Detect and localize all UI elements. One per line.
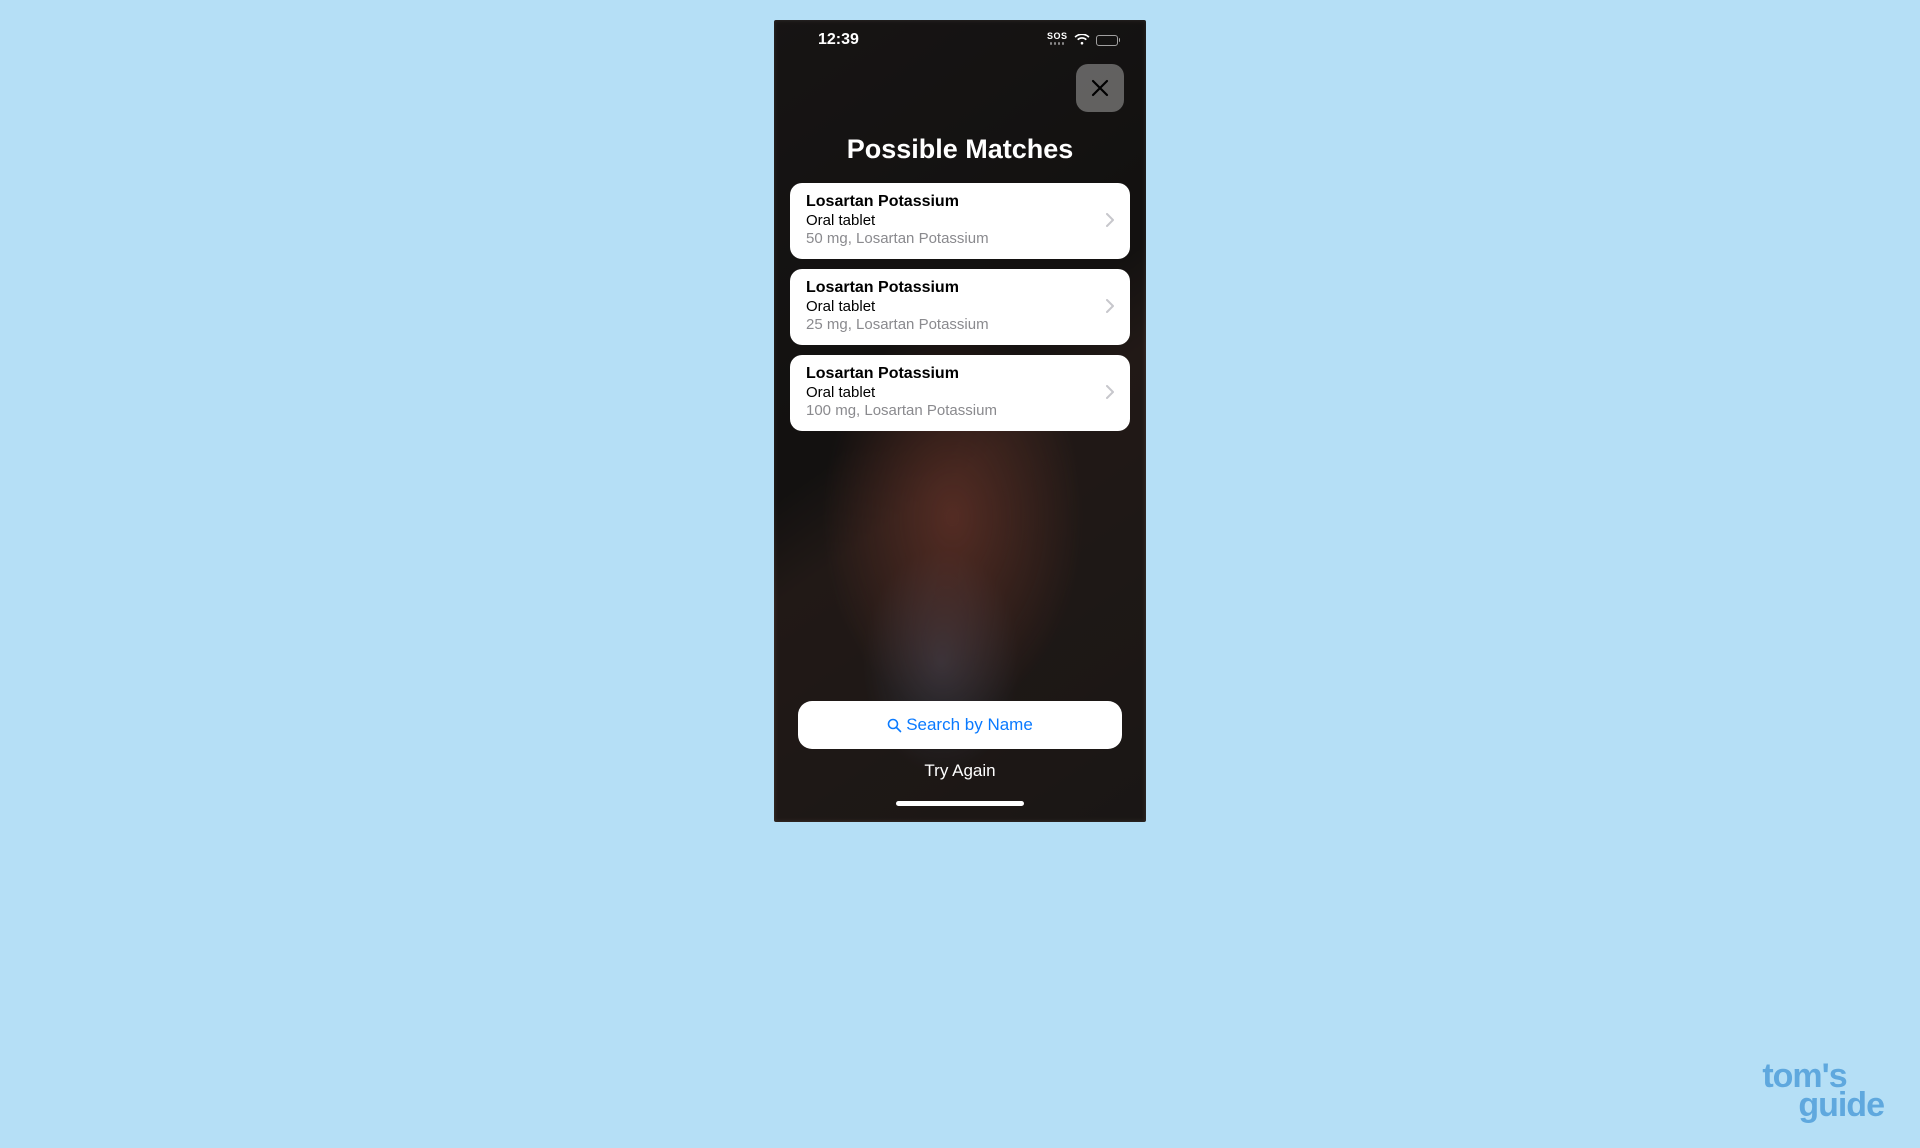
sos-text: SOS	[1047, 32, 1068, 41]
phone-frame: 12:39 SOS Poss	[774, 20, 1146, 822]
status-time: 12:39	[818, 31, 859, 49]
match-name: Losartan Potassium	[806, 193, 989, 211]
chevron-right-icon	[1106, 213, 1114, 227]
match-name: Losartan Potassium	[806, 279, 989, 297]
search-icon	[887, 718, 902, 733]
close-icon	[1091, 79, 1109, 97]
battery-icon	[1096, 35, 1121, 46]
close-button[interactable]	[1076, 64, 1124, 112]
page-title: Possible Matches	[774, 134, 1146, 165]
status-bar: 12:39 SOS	[774, 20, 1146, 60]
try-again-button[interactable]: Try Again	[924, 761, 995, 781]
top-buttons	[774, 60, 1146, 112]
sos-indicator: SOS	[1047, 32, 1068, 45]
chevron-right-icon	[1106, 299, 1114, 313]
status-indicators: SOS	[1047, 34, 1120, 46]
match-card[interactable]: Losartan Potassium Oral tablet 100 mg, L…	[790, 355, 1130, 431]
search-by-name-button[interactable]: Search by Name	[798, 701, 1122, 749]
match-form: Oral tablet	[806, 298, 989, 315]
match-form: Oral tablet	[806, 212, 989, 229]
match-card[interactable]: Losartan Potassium Oral tablet 50 mg, Lo…	[790, 183, 1130, 259]
match-detail: 50 mg, Losartan Potassium	[806, 230, 989, 247]
wifi-icon	[1074, 34, 1090, 46]
match-detail: 100 mg, Losartan Potassium	[806, 402, 997, 419]
match-name: Losartan Potassium	[806, 365, 997, 383]
chevron-right-icon	[1106, 385, 1114, 399]
home-indicator[interactable]	[896, 801, 1024, 806]
match-list: Losartan Potassium Oral tablet 50 mg, Lo…	[774, 165, 1146, 431]
watermark-logo: tom's guide	[1762, 1062, 1884, 1120]
bottom-actions: Search by Name Try Again	[774, 701, 1146, 822]
match-detail: 25 mg, Losartan Potassium	[806, 316, 989, 333]
watermark-line2: guide	[1798, 1091, 1884, 1120]
phone-content: 12:39 SOS Poss	[774, 20, 1146, 822]
match-form: Oral tablet	[806, 384, 997, 401]
search-button-label: Search by Name	[906, 715, 1033, 735]
match-card[interactable]: Losartan Potassium Oral tablet 25 mg, Lo…	[790, 269, 1130, 345]
cellular-dots-icon	[1050, 42, 1065, 45]
